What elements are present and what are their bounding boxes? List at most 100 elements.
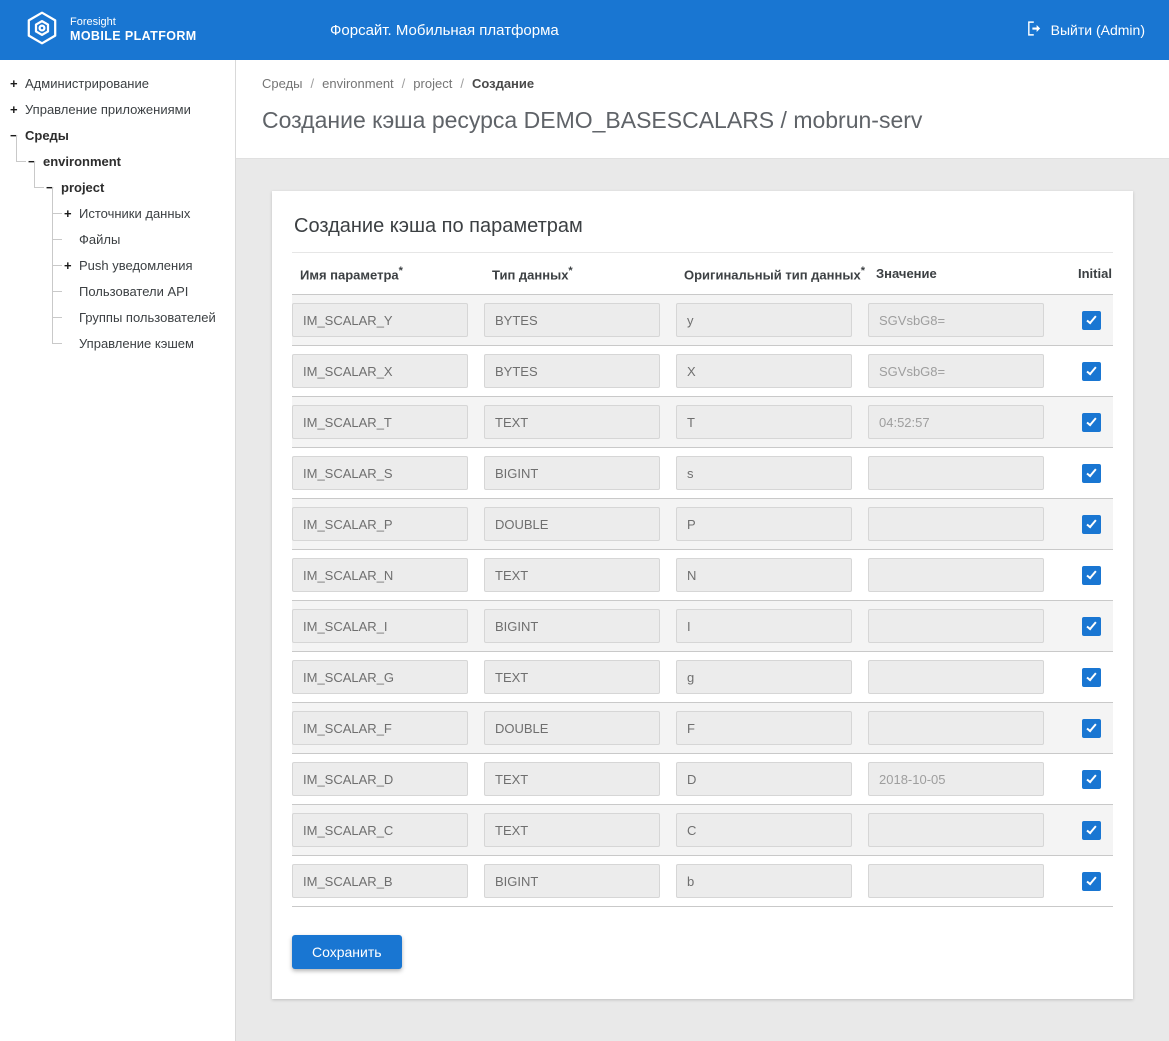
- initial-checkbox[interactable]: [1082, 821, 1101, 840]
- check-icon: [1086, 722, 1096, 733]
- data-type-input[interactable]: [484, 762, 660, 796]
- original-type-input[interactable]: [676, 558, 852, 592]
- value-input[interactable]: [868, 711, 1044, 745]
- breadcrumb-item-create: Создание: [472, 76, 534, 91]
- original-type-input[interactable]: [676, 456, 852, 490]
- expand-icon[interactable]: +: [10, 76, 25, 91]
- data-type-input[interactable]: [484, 303, 660, 337]
- sidebar-item-cache-management[interactable]: Управление кэшем: [0, 330, 235, 356]
- expand-icon[interactable]: +: [10, 102, 25, 117]
- initial-checkbox[interactable]: [1082, 515, 1101, 534]
- sidebar-item-data-sources[interactable]: + Источники данных: [0, 200, 235, 226]
- value-input[interactable]: [868, 762, 1044, 796]
- value-input[interactable]: [868, 864, 1044, 898]
- sidebar-item-administration[interactable]: + Администрирование: [0, 70, 235, 96]
- sidebar-item-push-notifications[interactable]: + Push уведомления: [0, 252, 235, 278]
- table-row: [292, 346, 1113, 397]
- param-name-input[interactable]: [292, 762, 468, 796]
- check-icon: [1086, 416, 1096, 427]
- app-header: Foresight MOBILE PLATFORM Форсайт. Мобил…: [0, 0, 1169, 60]
- param-name-input[interactable]: [292, 609, 468, 643]
- data-type-input[interactable]: [484, 405, 660, 439]
- expand-icon[interactable]: +: [64, 258, 79, 273]
- sidebar-item-app-management[interactable]: + Управление приложениями: [0, 96, 235, 122]
- sidebar-item-api-users[interactable]: Пользователи API: [0, 278, 235, 304]
- check-icon: [1086, 569, 1096, 580]
- original-type-input[interactable]: [676, 660, 852, 694]
- param-name-input[interactable]: [292, 405, 468, 439]
- data-type-input[interactable]: [484, 507, 660, 541]
- data-type-input[interactable]: [484, 609, 660, 643]
- param-name-input[interactable]: [292, 507, 468, 541]
- original-type-input[interactable]: [676, 507, 852, 541]
- value-input[interactable]: [868, 354, 1044, 388]
- initial-checkbox[interactable]: [1082, 617, 1101, 636]
- param-name-input[interactable]: [292, 558, 468, 592]
- breadcrumb-item-environment[interactable]: environment: [322, 76, 394, 91]
- data-type-input[interactable]: [484, 711, 660, 745]
- initial-checkbox[interactable]: [1082, 413, 1101, 432]
- column-header-original-type: Оригинальный тип данных*: [676, 265, 868, 282]
- data-type-input[interactable]: [484, 354, 660, 388]
- param-name-input[interactable]: [292, 864, 468, 898]
- table-row: [292, 754, 1113, 805]
- brand: Foresight MOBILE PLATFORM: [24, 10, 197, 51]
- original-type-input[interactable]: [676, 609, 852, 643]
- foresight-logo-icon: [24, 10, 60, 51]
- sidebar-item-label: Пользователи API: [79, 284, 188, 299]
- sidebar-item-label: Источники данных: [79, 206, 190, 221]
- breadcrumb-separator: /: [402, 76, 406, 91]
- data-type-input[interactable]: [484, 660, 660, 694]
- param-name-input[interactable]: [292, 813, 468, 847]
- original-type-input[interactable]: [676, 303, 852, 337]
- breadcrumb-item-environments[interactable]: Среды: [262, 76, 303, 91]
- original-type-input[interactable]: [676, 762, 852, 796]
- sidebar-item-label: Push уведомления: [79, 258, 193, 273]
- page-head: Среды / environment / project / Создание…: [236, 60, 1169, 159]
- original-type-input[interactable]: [676, 354, 852, 388]
- value-input[interactable]: [868, 813, 1044, 847]
- original-type-input[interactable]: [676, 405, 852, 439]
- value-input[interactable]: [868, 405, 1044, 439]
- column-header-initial: Initial: [1070, 266, 1113, 281]
- initial-checkbox[interactable]: [1082, 311, 1101, 330]
- param-name-input[interactable]: [292, 711, 468, 745]
- original-type-input[interactable]: [676, 711, 852, 745]
- logout-button[interactable]: Выйти (Admin): [1026, 20, 1145, 40]
- value-input[interactable]: [868, 303, 1044, 337]
- value-input[interactable]: [868, 609, 1044, 643]
- data-type-input[interactable]: [484, 813, 660, 847]
- data-type-input[interactable]: [484, 456, 660, 490]
- value-input[interactable]: [868, 558, 1044, 592]
- sidebar-item-environments[interactable]: − Среды: [0, 122, 235, 148]
- param-name-input[interactable]: [292, 660, 468, 694]
- initial-checkbox[interactable]: [1082, 719, 1101, 738]
- sidebar-item-user-groups[interactable]: Группы пользователей: [0, 304, 235, 330]
- param-name-input[interactable]: [292, 303, 468, 337]
- original-type-input[interactable]: [676, 864, 852, 898]
- expand-icon[interactable]: +: [64, 206, 79, 221]
- initial-checkbox[interactable]: [1082, 872, 1101, 891]
- breadcrumb-item-project[interactable]: project: [413, 76, 452, 91]
- initial-checkbox[interactable]: [1082, 566, 1101, 585]
- page-title: Создание кэша ресурса DEMO_BASESCALARS /…: [262, 107, 1143, 134]
- initial-checkbox[interactable]: [1082, 362, 1101, 381]
- initial-checkbox[interactable]: [1082, 770, 1101, 789]
- data-type-input[interactable]: [484, 558, 660, 592]
- save-button[interactable]: Сохранить: [292, 935, 402, 969]
- data-type-input[interactable]: [484, 864, 660, 898]
- brand-line2: MOBILE PLATFORM: [70, 29, 197, 43]
- original-type-input[interactable]: [676, 813, 852, 847]
- value-input[interactable]: [868, 456, 1044, 490]
- sidebar-item-project[interactable]: − project: [0, 174, 235, 200]
- sidebar-item-label: Администрирование: [25, 76, 149, 91]
- sidebar-item-files[interactable]: Файлы: [0, 226, 235, 252]
- value-input[interactable]: [868, 660, 1044, 694]
- param-name-input[interactable]: [292, 456, 468, 490]
- initial-checkbox[interactable]: [1082, 668, 1101, 687]
- app-title: Форсайт. Мобильная платформа: [330, 0, 559, 60]
- check-icon: [1086, 518, 1096, 529]
- initial-checkbox[interactable]: [1082, 464, 1101, 483]
- param-name-input[interactable]: [292, 354, 468, 388]
- value-input[interactable]: [868, 507, 1044, 541]
